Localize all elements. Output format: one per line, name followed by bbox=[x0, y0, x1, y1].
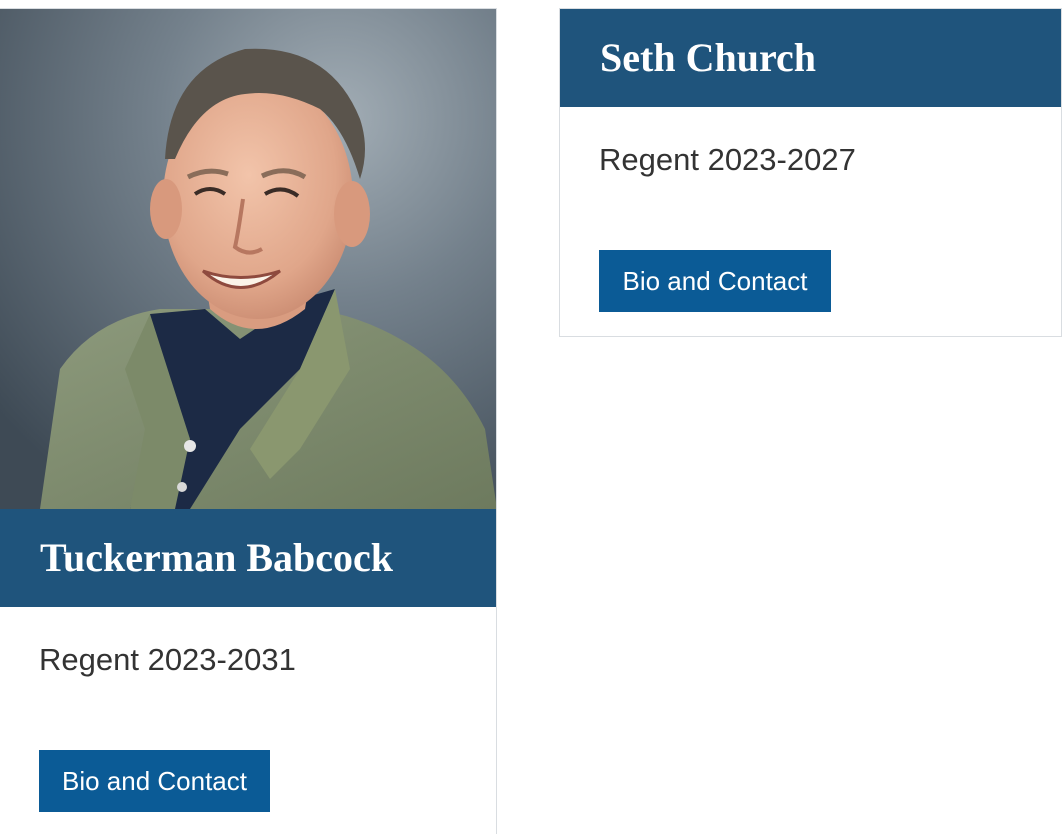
regent-card-tuckerman-babcock: Tuckerman Babcock Regent 2023-2031 Bio a… bbox=[0, 8, 497, 834]
portrait-image bbox=[0, 9, 496, 509]
regent-term: Regent 2023-2031 bbox=[39, 642, 296, 677]
regent-term: Regent 2023-2027 bbox=[599, 142, 856, 177]
regent-name: Seth Church bbox=[560, 9, 1061, 107]
regents-grid: Tuckerman Babcock Regent 2023-2031 Bio a… bbox=[0, 0, 1063, 834]
regent-card-seth-church: Seth Church Regent 2023-2027 Bio and Con… bbox=[559, 8, 1062, 337]
bio-and-contact-button[interactable]: Bio and Contact bbox=[599, 250, 831, 312]
bio-and-contact-button[interactable]: Bio and Contact bbox=[39, 750, 270, 812]
regent-name: Tuckerman Babcock bbox=[0, 509, 496, 607]
regent-photo bbox=[0, 9, 496, 509]
